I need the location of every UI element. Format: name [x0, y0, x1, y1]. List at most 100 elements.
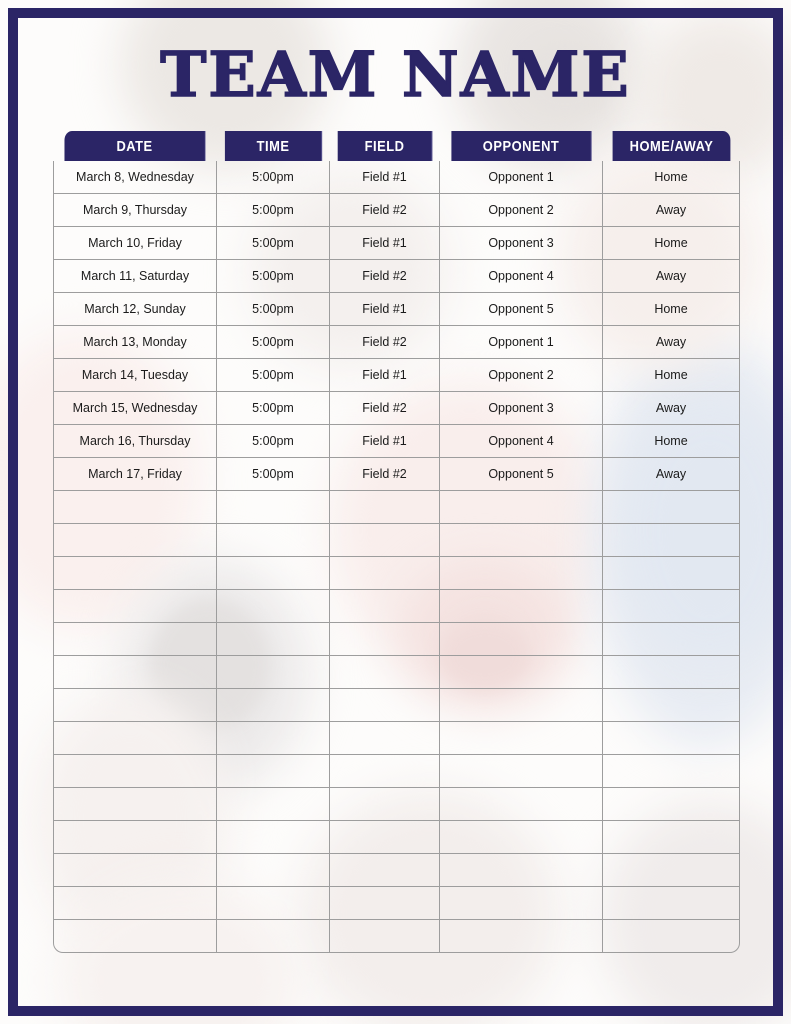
cell-field[interactable]: [330, 623, 440, 656]
cell-date[interactable]: [53, 656, 217, 689]
cell-opponent[interactable]: Opponent 4: [440, 260, 603, 293]
cell-field[interactable]: [330, 524, 440, 557]
cell-time[interactable]: 5:00pm: [217, 425, 330, 458]
schedule-empty-row[interactable]: [53, 887, 740, 920]
schedule-empty-row[interactable]: [53, 524, 740, 557]
cell-date[interactable]: March 17, Friday: [53, 458, 217, 491]
schedule-row[interactable]: March 13, Monday 5:00pm Field #2 Opponent 1…: [53, 326, 740, 359]
schedule-empty-row[interactable]: [53, 920, 740, 953]
cell-opponent[interactable]: Opponent 3: [440, 392, 603, 425]
cell-time[interactable]: 5:00pm: [217, 392, 330, 425]
cell-opponent[interactable]: Opponent 2: [440, 359, 603, 392]
cell-home_away[interactable]: [603, 722, 740, 755]
cell-home_away[interactable]: [603, 557, 740, 590]
cell-home_away[interactable]: Away: [603, 194, 740, 227]
cell-date[interactable]: [53, 854, 217, 887]
cell-opponent[interactable]: [440, 854, 603, 887]
cell-opponent[interactable]: [440, 689, 603, 722]
cell-field[interactable]: Field #2: [330, 392, 440, 425]
cell-field[interactable]: [330, 689, 440, 722]
cell-time[interactable]: [217, 623, 330, 656]
cell-opponent[interactable]: [440, 755, 603, 788]
cell-time[interactable]: [217, 821, 330, 854]
schedule-empty-row[interactable]: [53, 788, 740, 821]
cell-date[interactable]: March 15, Wednesday: [53, 392, 217, 425]
cell-time[interactable]: [217, 788, 330, 821]
cell-home_away[interactable]: [603, 524, 740, 557]
cell-home_away[interactable]: [603, 920, 740, 953]
cell-opponent[interactable]: Opponent 2: [440, 194, 603, 227]
schedule-row[interactable]: March 16, Thursday 5:00pm Field #1 Opponent…: [53, 425, 740, 458]
cell-time[interactable]: [217, 491, 330, 524]
cell-opponent[interactable]: Opponent 1: [440, 161, 603, 194]
cell-time[interactable]: 5:00pm: [217, 293, 330, 326]
cell-time[interactable]: 5:00pm: [217, 359, 330, 392]
cell-home_away[interactable]: Away: [603, 458, 740, 491]
cell-home_away[interactable]: Home: [603, 293, 740, 326]
cell-home_away[interactable]: Home: [603, 425, 740, 458]
cell-home_away[interactable]: Home: [603, 227, 740, 260]
cell-home_away[interactable]: Home: [603, 359, 740, 392]
cell-date[interactable]: [53, 821, 217, 854]
cell-date[interactable]: March 16, Thursday: [53, 425, 217, 458]
cell-opponent[interactable]: Opponent 5: [440, 293, 603, 326]
cell-field[interactable]: Field #1: [330, 293, 440, 326]
cell-field[interactable]: Field #2: [330, 260, 440, 293]
cell-time[interactable]: [217, 755, 330, 788]
cell-date[interactable]: [53, 722, 217, 755]
cell-time[interactable]: 5:00pm: [217, 161, 330, 194]
cell-date[interactable]: March 12, Sunday: [53, 293, 217, 326]
cell-field[interactable]: Field #1: [330, 227, 440, 260]
cell-field[interactable]: [330, 821, 440, 854]
cell-date[interactable]: [53, 920, 217, 953]
schedule-row[interactable]: March 17, Friday 5:00pm Field #2 Opponent 5…: [53, 458, 740, 491]
schedule-empty-row[interactable]: [53, 821, 740, 854]
cell-date[interactable]: [53, 590, 217, 623]
schedule-empty-row[interactable]: [53, 755, 740, 788]
cell-opponent[interactable]: Opponent 3: [440, 227, 603, 260]
cell-field[interactable]: [330, 755, 440, 788]
cell-time[interactable]: [217, 557, 330, 590]
schedule-row[interactable]: March 10, Friday 5:00pm Field #1 Opponent 3…: [53, 227, 740, 260]
cell-time[interactable]: [217, 524, 330, 557]
cell-opponent[interactable]: [440, 887, 603, 920]
cell-date[interactable]: [53, 491, 217, 524]
cell-date[interactable]: [53, 788, 217, 821]
cell-home_away[interactable]: Away: [603, 260, 740, 293]
schedule-empty-row[interactable]: [53, 590, 740, 623]
cell-home_away[interactable]: Home: [603, 161, 740, 194]
schedule-row[interactable]: March 9, Thursday 5:00pm Field #2 Opponent …: [53, 194, 740, 227]
cell-field[interactable]: Field #1: [330, 161, 440, 194]
schedule-empty-row[interactable]: [53, 689, 740, 722]
cell-time[interactable]: [217, 920, 330, 953]
cell-time[interactable]: 5:00pm: [217, 227, 330, 260]
cell-home_away[interactable]: Away: [603, 392, 740, 425]
cell-time[interactable]: 5:00pm: [217, 194, 330, 227]
cell-home_away[interactable]: Away: [603, 326, 740, 359]
cell-opponent[interactable]: [440, 656, 603, 689]
cell-field[interactable]: [330, 788, 440, 821]
cell-opponent[interactable]: [440, 491, 603, 524]
cell-time[interactable]: 5:00pm: [217, 458, 330, 491]
schedule-empty-row[interactable]: [53, 491, 740, 524]
cell-date[interactable]: [53, 689, 217, 722]
cell-field[interactable]: [330, 656, 440, 689]
schedule-empty-row[interactable]: [53, 557, 740, 590]
cell-opponent[interactable]: [440, 557, 603, 590]
cell-time[interactable]: [217, 689, 330, 722]
cell-home_away[interactable]: [603, 755, 740, 788]
cell-field[interactable]: Field #2: [330, 194, 440, 227]
cell-time[interactable]: [217, 854, 330, 887]
cell-opponent[interactable]: Opponent 5: [440, 458, 603, 491]
cell-opponent[interactable]: [440, 524, 603, 557]
cell-opponent[interactable]: [440, 722, 603, 755]
cell-field[interactable]: [330, 557, 440, 590]
schedule-row[interactable]: March 14, Tuesday 5:00pm Field #1 Opponent …: [53, 359, 740, 392]
cell-home_away[interactable]: [603, 656, 740, 689]
cell-field[interactable]: [330, 887, 440, 920]
schedule-row[interactable]: March 8, Wednesday 5:00pm Field #1 Opponent…: [53, 161, 740, 194]
cell-field[interactable]: [330, 920, 440, 953]
cell-field[interactable]: Field #2: [330, 458, 440, 491]
cell-time[interactable]: [217, 722, 330, 755]
cell-time[interactable]: 5:00pm: [217, 326, 330, 359]
